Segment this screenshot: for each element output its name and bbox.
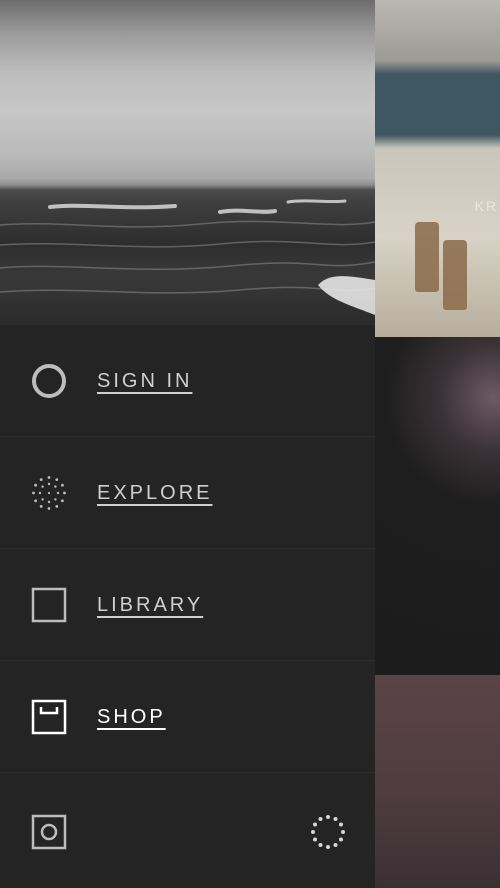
ocean-waves-illustration [0, 199, 375, 315]
bottle-shape [415, 222, 439, 292]
menu-item-library[interactable]: LIBRARY [0, 549, 375, 661]
navigation-drawer: SIGN IN EXPLORE LIBRARY SHOP [0, 0, 375, 888]
hero-image-ocean [0, 0, 375, 325]
loading-spinner-icon [311, 815, 345, 849]
drawer-menu: SIGN IN EXPLORE LIBRARY SHOP [0, 325, 375, 773]
tile-text: KR [474, 198, 498, 214]
shop-box-icon [31, 699, 67, 735]
menu-item-shop[interactable]: SHOP [0, 661, 375, 773]
settings-square-circle-icon[interactable] [31, 814, 67, 850]
circle-icon [32, 364, 66, 398]
background-photo-tile[interactable] [375, 337, 500, 675]
menu-item-label: EXPLORE [97, 482, 213, 504]
background-photo-tile[interactable]: KR [375, 0, 500, 337]
bottle-shape [443, 240, 467, 310]
menu-item-label: SIGN IN [97, 370, 193, 392]
menu-item-explore[interactable]: EXPLORE [0, 437, 375, 549]
drawer-footer [0, 775, 375, 888]
background-photo-tile[interactable] [375, 675, 500, 888]
background-content: KR [375, 0, 500, 888]
menu-item-label: SHOP [97, 706, 166, 728]
dotted-circle-icon [32, 476, 66, 510]
menu-item-sign-in[interactable]: SIGN IN [0, 325, 375, 437]
square-icon [31, 587, 67, 623]
menu-item-label: LIBRARY [97, 594, 204, 616]
